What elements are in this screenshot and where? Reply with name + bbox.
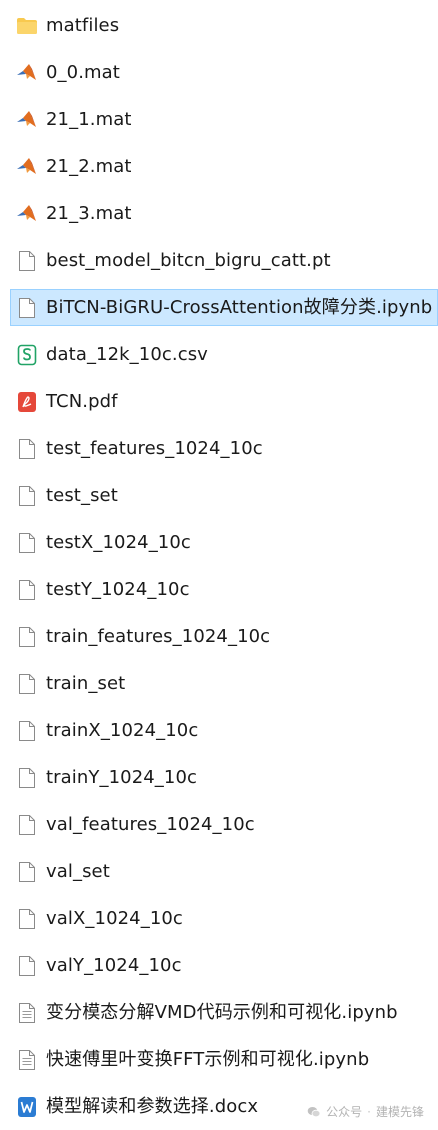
file-row[interactable]: trainX_1024_10c: [0, 707, 438, 754]
file-name: val_features_1024_10c: [46, 813, 255, 835]
file-icon: [16, 814, 38, 836]
file-row[interactable]: BiTCN-BiGRU-CrossAttention故障分类.ipynb: [10, 289, 438, 326]
watermark: 公众号 · 建模先锋: [307, 1103, 424, 1120]
file-name: matfiles: [46, 14, 120, 36]
pdf-icon: [16, 391, 38, 413]
csv-icon: [16, 344, 38, 366]
text-file-icon: [16, 1049, 38, 1071]
file-icon: [16, 297, 38, 319]
file-icon: [16, 532, 38, 554]
file-name: 快速傅里叶变换FFT示例和可视化.ipynb: [46, 1048, 370, 1070]
matlab-icon: [16, 203, 38, 225]
file-row[interactable]: val_features_1024_10c: [0, 801, 438, 848]
file-name: 21_1.mat: [46, 108, 132, 130]
file-icon: [16, 767, 38, 789]
file-icon: [16, 861, 38, 883]
file-name: trainX_1024_10c: [46, 719, 199, 741]
file-name: 变分模态分解VMD代码示例和可视化.ipynb: [46, 1001, 398, 1023]
file-name: 模型解读和参数选择.docx: [46, 1095, 259, 1117]
file-icon: [16, 626, 38, 648]
file-name: 0_0.mat: [46, 61, 120, 83]
file-row[interactable]: testY_1024_10c: [0, 566, 438, 613]
file-icon: [16, 908, 38, 930]
file-name: 21_2.mat: [46, 155, 132, 177]
file-name: test_features_1024_10c: [46, 437, 263, 459]
file-icon: [16, 720, 38, 742]
text-file-icon: [16, 1002, 38, 1024]
watermark-separator: ·: [367, 1104, 371, 1119]
file-row[interactable]: 21_3.mat: [0, 190, 438, 237]
file-row[interactable]: best_model_bitcn_bigru_catt.pt: [0, 237, 438, 284]
file-name: test_set: [46, 484, 118, 506]
file-icon: [16, 438, 38, 460]
file-name: testX_1024_10c: [46, 531, 191, 553]
watermark-label: 公众号: [326, 1105, 363, 1119]
file-icon: [16, 955, 38, 977]
file-icon: [16, 673, 38, 695]
file-row[interactable]: 21_1.mat: [0, 96, 438, 143]
file-row[interactable]: valX_1024_10c: [0, 895, 438, 942]
file-name: val_set: [46, 860, 110, 882]
file-name: 21_3.mat: [46, 202, 132, 224]
file-row[interactable]: valY_1024_10c: [0, 942, 438, 989]
file-row[interactable]: val_set: [0, 848, 438, 895]
matlab-icon: [16, 62, 38, 84]
file-row[interactable]: matfiles: [0, 2, 438, 49]
file-name: train_set: [46, 672, 126, 694]
file-name: data_12k_10c.csv: [46, 343, 208, 365]
file-row[interactable]: 快速傅里叶变换FFT示例和可视化.ipynb: [0, 1036, 438, 1083]
file-row[interactable]: 21_2.mat: [0, 143, 438, 190]
file-name: best_model_bitcn_bigru_catt.pt: [46, 249, 331, 271]
file-name: TCN.pdf: [46, 390, 118, 412]
file-row[interactable]: 0_0.mat: [0, 49, 438, 96]
file-row[interactable]: test_set: [0, 472, 438, 519]
file-row[interactable]: trainY_1024_10c: [0, 754, 438, 801]
file-name: trainY_1024_10c: [46, 766, 198, 788]
file-row[interactable]: train_features_1024_10c: [0, 613, 438, 660]
file-row[interactable]: TCN.pdf: [0, 378, 438, 425]
file-list: matfiles 0_0.mat 21_1.mat 21_2.mat 21_3.matb…: [0, 2, 438, 1130]
folder-icon: [16, 15, 38, 37]
file-row[interactable]: data_12k_10c.csv: [0, 331, 438, 378]
file-name: BiTCN-BiGRU-CrossAttention故障分类.ipynb: [46, 296, 433, 318]
watermark-account: 建模先锋: [375, 1105, 424, 1119]
file-icon: [16, 485, 38, 507]
file-row[interactable]: test_features_1024_10c: [0, 425, 438, 472]
matlab-icon: [16, 156, 38, 178]
file-icon: [16, 250, 38, 272]
file-name: testY_1024_10c: [46, 578, 190, 600]
file-name: train_features_1024_10c: [46, 625, 271, 647]
word-icon: [16, 1096, 38, 1118]
file-row[interactable]: train_set: [0, 660, 438, 707]
file-row[interactable]: 变分模态分解VMD代码示例和可视化.ipynb: [0, 989, 438, 1036]
wechat-icon: [307, 1106, 321, 1117]
file-icon: [16, 579, 38, 601]
file-name: valX_1024_10c: [46, 907, 183, 929]
file-row[interactable]: testX_1024_10c: [0, 519, 438, 566]
matlab-icon: [16, 109, 38, 131]
file-name: valY_1024_10c: [46, 954, 182, 976]
